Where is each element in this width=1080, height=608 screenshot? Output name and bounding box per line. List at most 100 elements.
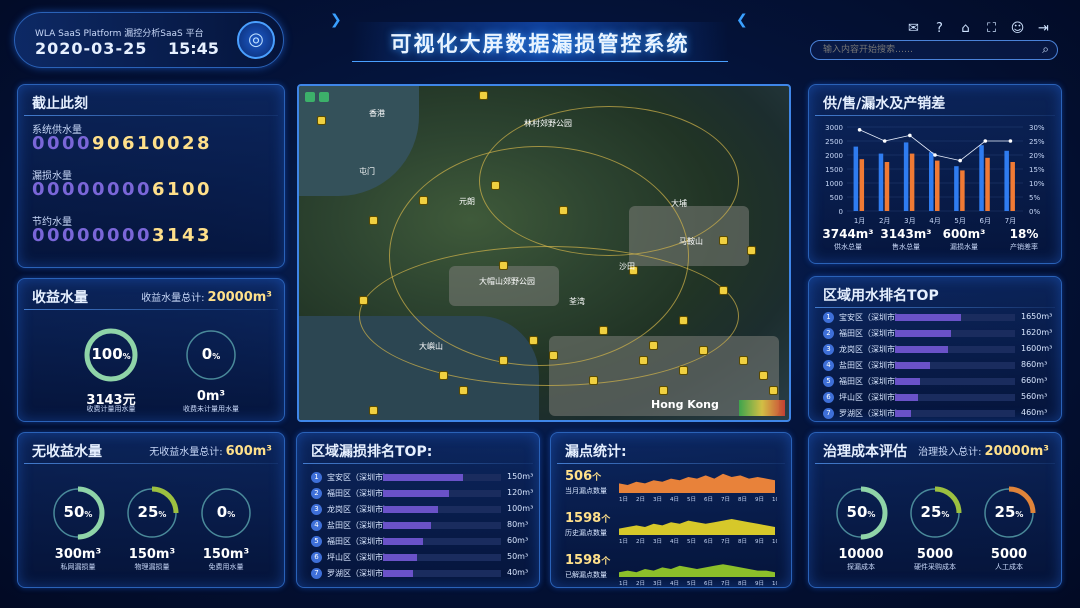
- ring-value: 0m³: [196, 389, 226, 404]
- ranking-row[interactable]: 1 宝安区（深圳市） 150m³: [311, 471, 541, 485]
- ring-percent-unit: %: [84, 510, 93, 519]
- help-icon[interactable]: ?: [931, 20, 948, 37]
- map-marker-icon[interactable]: [479, 91, 488, 100]
- fullscreen-icon[interactable]: ⛶: [983, 20, 1000, 37]
- counter-digit: 0: [77, 225, 90, 246]
- map-marker-icon[interactable]: [649, 341, 658, 350]
- page-title: 可视化大屏数据漏损管控系统: [390, 32, 690, 56]
- region-map[interactable]: 香港 林村郊野公园 大埔 马鞍山 大帽山郊野公园 荃湾 屯门 大嶼山 元朗 沙田…: [297, 84, 791, 422]
- ranking-number: 4: [311, 520, 322, 531]
- leak-xtick: 3日: [653, 496, 662, 503]
- ranking-bar-track: [895, 330, 1015, 337]
- ranking-row[interactable]: 2 福田区（深圳市） 1620m³: [823, 327, 1055, 341]
- map-marker-icon[interactable]: [499, 261, 508, 270]
- map-marker-icon[interactable]: [679, 316, 688, 325]
- leak-xtick: 9日: [755, 580, 764, 587]
- map-marker-icon[interactable]: [559, 206, 568, 215]
- map-label: 马鞍山: [679, 237, 703, 246]
- ranking-bar-track: [383, 474, 501, 481]
- chart-bar: [909, 153, 915, 211]
- map-marker-icon[interactable]: [491, 181, 500, 190]
- search-input[interactable]: [823, 43, 1023, 57]
- ranking-value: 460m³: [1021, 408, 1048, 417]
- map-marker-icon[interactable]: [359, 296, 368, 305]
- leak-xtick: 1日: [619, 538, 628, 545]
- supply-stat-caption: 产销差率: [1010, 243, 1038, 251]
- map-marker-icon[interactable]: [589, 376, 598, 385]
- map-marker-icon[interactable]: [747, 246, 756, 255]
- map-marker-icon[interactable]: [369, 406, 378, 415]
- counter-digit: 0: [47, 179, 60, 200]
- map-marker-icon[interactable]: [719, 286, 728, 295]
- map-marker-icon[interactable]: [699, 346, 708, 355]
- ring-caption: 收费计量用水量: [86, 405, 136, 413]
- map-marker-icon[interactable]: [739, 356, 748, 365]
- home-icon[interactable]: ⌂: [957, 20, 974, 37]
- ranking-row[interactable]: 3 龙岗区（深圳市） 1600m³: [823, 343, 1055, 357]
- ranking-row[interactable]: 6 坪山区（深圳市） 50m³: [311, 551, 541, 565]
- map-marker-icon[interactable]: [639, 356, 648, 365]
- map-marker-icon[interactable]: [459, 386, 468, 395]
- map-marker-icon[interactable]: [317, 116, 326, 125]
- counter-digit: 1: [167, 225, 180, 246]
- ring-percent-value: 50: [846, 503, 868, 521]
- map-label-hongkong: Hong Kong: [651, 398, 719, 411]
- ranking-row[interactable]: 3 龙岗区（深圳市） 100m³: [311, 503, 541, 517]
- leak-stat-value: 506: [565, 469, 593, 484]
- ranking-bar-fill: [895, 346, 948, 353]
- leak-stat-number: 1598个: [565, 511, 610, 526]
- ranking-row[interactable]: 1 宝安区（深圳市） 1650m³: [823, 311, 1055, 325]
- time-text: 15:45: [168, 39, 219, 58]
- chart-ytick: 2500: [825, 138, 843, 146]
- ranking-row[interactable]: 5 福田区（深圳市） 60m³: [311, 535, 541, 549]
- region-leak-title: 区域漏损排名TOP:: [311, 444, 433, 460]
- ranking-number: 6: [823, 392, 834, 403]
- ranking-bar-track: [383, 522, 501, 529]
- counter-digit: 0: [137, 225, 150, 246]
- ranking-number: 2: [823, 328, 834, 339]
- map-marker-icon[interactable]: [759, 371, 768, 380]
- map-layer-button[interactable]: [319, 92, 329, 102]
- map-marker-icon[interactable]: [659, 386, 668, 395]
- map-marker-icon[interactable]: [679, 366, 688, 375]
- header-toolbar: ✉ ? ⌂ ⛶ ☺ ⇥: [905, 20, 1052, 37]
- map-marker-icon[interactable]: [439, 371, 448, 380]
- ranking-value: 50m³: [507, 552, 529, 561]
- noincome-total: 无收益水量总计: 600m³: [149, 443, 272, 459]
- ranking-name: 龙岗区（深圳市）: [327, 505, 391, 514]
- supply-chart: 0 500 1000 1500 2000 2500 3000 0% 5% 10% 15% 20% 25%…: [825, 124, 1045, 225]
- logout-icon[interactable]: ⇥: [1035, 20, 1052, 37]
- ranking-row[interactable]: 7 罗湖区（深圳市） 460m³: [823, 407, 1055, 421]
- ranking-row[interactable]: 7 罗湖区（深圳市） 40m³: [311, 567, 541, 581]
- map-marker-icon[interactable]: [529, 336, 538, 345]
- ranking-row[interactable]: 2 福田区（深圳市） 120m³: [311, 487, 541, 501]
- map-layer-button[interactable]: [305, 92, 315, 102]
- leak-xtick: 3日: [653, 580, 662, 587]
- ranking-row[interactable]: 4 盐田区（深圳市） 860m³: [823, 359, 1055, 373]
- chart-xtick: 1月: [854, 217, 865, 225]
- ranking-number: 1: [311, 472, 322, 483]
- map-marker-icon[interactable]: [419, 196, 428, 205]
- counter-digit: 6: [122, 133, 135, 154]
- ranking-row[interactable]: 6 坪山区（深圳市） 560m³: [823, 391, 1055, 405]
- map-marker-icon[interactable]: [369, 216, 378, 225]
- search-box: ⌕: [810, 40, 1058, 60]
- ring-percent: 50%: [833, 503, 889, 521]
- counter-digit: 1: [167, 179, 180, 200]
- ranking-row[interactable]: 4 盐田区（深圳市） 80m³: [311, 519, 541, 533]
- region-use-panel: 区域用水排名TOP 1 宝安区（深圳市） 1650m³ 2 福田区（深圳市） 1620m³…: [808, 276, 1062, 422]
- map-marker-icon[interactable]: [499, 356, 508, 365]
- ranking-row[interactable]: 5 福田区（深圳市） 660m³: [823, 375, 1055, 389]
- map-marker-icon[interactable]: [549, 351, 558, 360]
- leak-xtick: 7日: [721, 496, 730, 503]
- user-icon[interactable]: ☺: [1009, 20, 1026, 37]
- map-marker-icon[interactable]: [719, 236, 728, 245]
- search-icon[interactable]: ⌕: [1042, 42, 1049, 57]
- ring-percent-value: 25: [994, 503, 1016, 521]
- ranking-bar-track: [383, 506, 501, 513]
- map-label: 大嶼山: [419, 342, 443, 351]
- map-marker-icon[interactable]: [769, 386, 778, 395]
- leak-stat-value: 1598: [565, 511, 602, 526]
- map-marker-icon[interactable]: [599, 326, 608, 335]
- message-icon[interactable]: ✉: [905, 20, 922, 37]
